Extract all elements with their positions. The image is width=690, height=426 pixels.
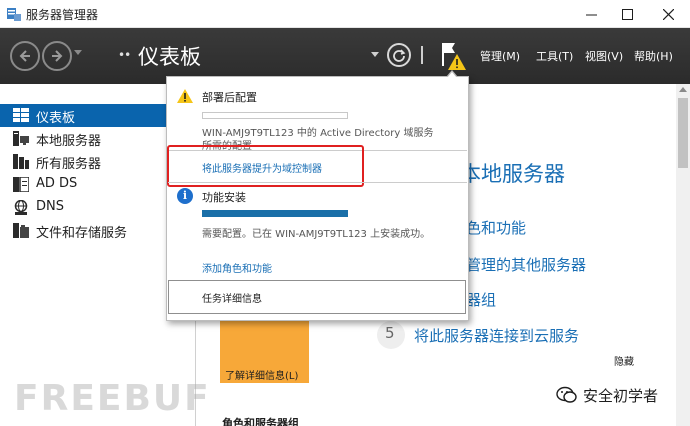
servers-icon	[13, 154, 29, 169]
step-connect-cloud-link[interactable]: 将此服务器连接到云服务	[414, 325, 579, 346]
add-roles-features-link[interactable]: 添加角色和功能	[202, 260, 272, 275]
forward-arrow-icon	[52, 50, 63, 62]
maximize-icon	[621, 8, 633, 20]
close-icon	[662, 8, 674, 20]
warning-progress-bar	[202, 112, 348, 119]
hide-link[interactable]: 隐藏	[614, 353, 634, 368]
scroll-up-icon[interactable]	[679, 87, 687, 92]
menu-help[interactable]: 帮助(H)	[634, 48, 673, 64]
back-button[interactable]	[10, 41, 40, 71]
info-heading: 功能安装	[202, 191, 246, 204]
maximize-button[interactable]	[607, 0, 647, 28]
vertical-scrollbar[interactable]	[676, 84, 690, 426]
dashboard-icon	[13, 108, 29, 122]
scroll-thumb[interactable]	[678, 98, 688, 168]
server-icon	[13, 131, 29, 146]
highlight-box	[167, 145, 364, 187]
step-add-roles-link[interactable]: 色和功能	[466, 217, 526, 238]
sidebar-item-label: AD DS	[36, 176, 78, 191]
watermark-freebuf: FREEBUF	[14, 378, 211, 419]
page-title: 仪表板	[138, 45, 201, 69]
warning-heading: 部署后配置	[202, 91, 257, 104]
menu-tools[interactable]: 工具(T)	[536, 48, 573, 64]
info-text: 需要配置。已在 WIN-AMJ9T9TL123 上安装成功。	[202, 229, 431, 240]
info-icon: i	[177, 188, 193, 204]
welcome-title: 本地服务器	[460, 162, 565, 186]
sidebar-item-label: 所有服务器	[36, 157, 102, 172]
warning-icon	[177, 89, 193, 103]
server-manager-app-icon	[7, 8, 21, 21]
task-details-label: 任务详细信息	[202, 294, 262, 305]
step-create-group-link[interactable]: 器组	[466, 289, 496, 310]
history-dropdown-icon[interactable]	[74, 50, 82, 56]
sidebar-item-label: 文件和存储服务	[36, 226, 128, 241]
learn-more-link[interactable]: 了解详细信息(L)	[225, 367, 298, 382]
refresh-icon	[393, 49, 406, 62]
breadcrumb-arrows: ••	[118, 48, 131, 62]
ad-ds-icon	[13, 177, 29, 192]
step-number: 5	[385, 324, 395, 342]
window-title: 服务器管理器	[26, 8, 99, 22]
menu-view[interactable]: 视图(V)	[585, 48, 623, 64]
wechat-icon	[556, 386, 577, 403]
minimize-button[interactable]	[571, 0, 611, 28]
popup-divider	[168, 182, 467, 183]
sidebar-item-label: 本地服务器	[36, 134, 102, 149]
dns-icon	[14, 200, 28, 215]
popup-caret-inner	[447, 72, 457, 78]
menu-manage[interactable]: 管理(M)	[480, 48, 520, 64]
step-add-servers-link[interactable]: 管理的其他服务器	[466, 254, 586, 275]
close-button[interactable]	[648, 0, 688, 28]
sidebar-item-label: 仪表板	[36, 111, 76, 126]
watermark-author: 安全初学者	[583, 387, 659, 405]
section-heading: 角色和服务器组	[222, 417, 299, 426]
back-arrow-icon	[19, 50, 30, 62]
sidebar-item-label: DNS	[36, 199, 64, 214]
info-progress-bar	[202, 210, 348, 217]
refresh-button[interactable]	[387, 43, 411, 67]
file-storage-icon	[13, 223, 29, 238]
notifications-flag-icon[interactable]	[437, 40, 469, 72]
breadcrumb-dropdown-icon[interactable]	[371, 52, 379, 58]
header-separator	[421, 46, 423, 64]
title-bar: 服务器管理器	[0, 0, 690, 28]
forward-button[interactable]	[42, 41, 72, 71]
minimize-icon	[585, 14, 597, 15]
